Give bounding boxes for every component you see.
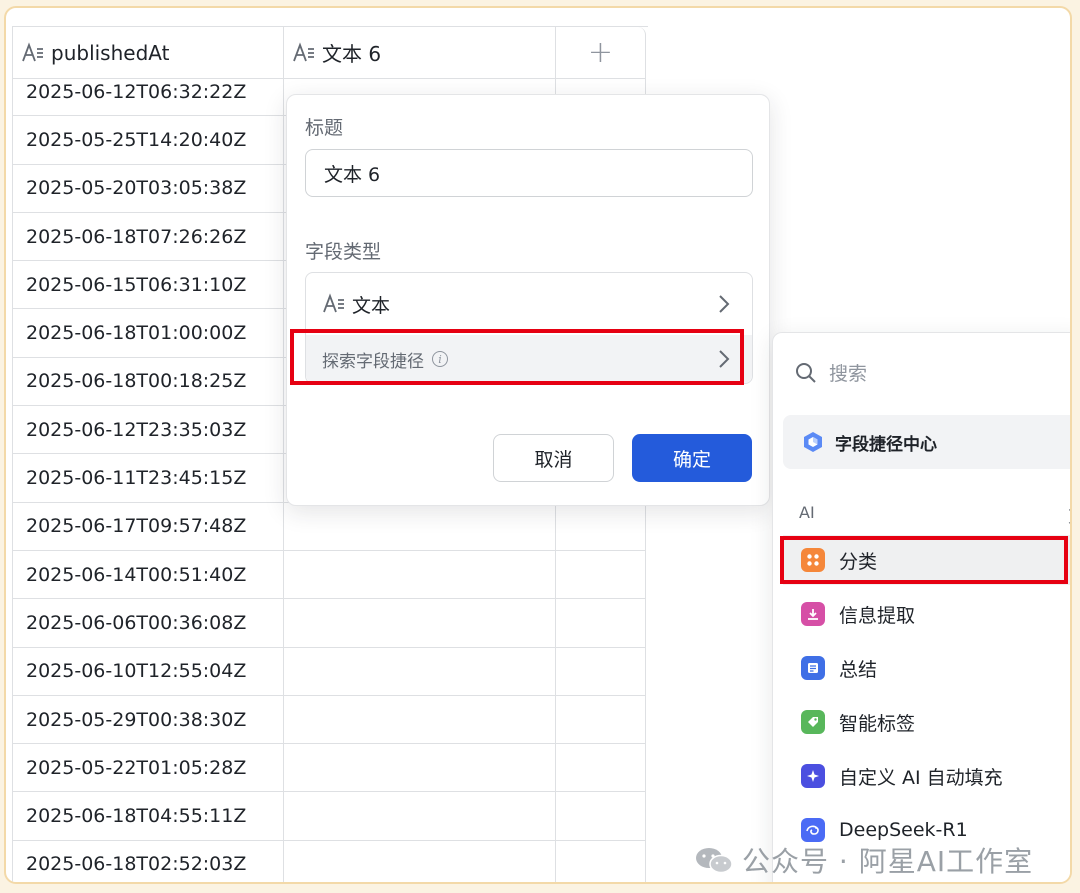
cell-empty bbox=[556, 744, 646, 793]
cell-text6[interactable] bbox=[284, 792, 556, 841]
column-header-label: publishedAt bbox=[51, 40, 170, 65]
summary-icon bbox=[801, 656, 825, 680]
field-type-selector: 文本 探索字段捷径 i bbox=[305, 272, 753, 384]
cell-published-at[interactable]: 2025-06-10T12:55:04Z bbox=[12, 647, 284, 696]
shortcut-center-link[interactable]: 字段捷径中心 bbox=[783, 415, 1070, 469]
cell-empty bbox=[556, 695, 646, 745]
cell-published-at[interactable]: 2025-06-15T06:31:10Z bbox=[12, 261, 284, 310]
cell-text6[interactable] bbox=[284, 647, 556, 696]
shortcut-item-label: 总结 bbox=[839, 658, 878, 681]
cell-published-at[interactable]: 2025-06-11T23:45:15Z bbox=[12, 454, 284, 503]
cell-published-at[interactable]: 2025-06-12T23:35:03Z bbox=[12, 406, 284, 455]
cell-empty bbox=[556, 840, 646, 882]
classify-icon bbox=[801, 548, 825, 572]
shortcut-item-label: DeepSeek-R1 bbox=[839, 819, 968, 841]
cell-published-at[interactable]: 2025-06-18T02:52:03Z bbox=[12, 840, 284, 882]
shortcut-center-label: 字段捷径中心 bbox=[835, 434, 937, 455]
explore-shortcut-label: 探索字段捷径 bbox=[322, 351, 424, 372]
column-header-label: 文本 6 bbox=[322, 42, 382, 66]
text-field-icon bbox=[22, 41, 43, 61]
cell-published-at[interactable]: 2025-06-17T09:57:48Z bbox=[12, 502, 284, 551]
cell-text6[interactable] bbox=[284, 502, 556, 551]
explore-field-shortcut[interactable]: 探索字段捷径 i bbox=[306, 335, 752, 383]
title-input[interactable]: 文本 6 bbox=[305, 149, 753, 197]
cell-text6[interactable] bbox=[284, 550, 556, 600]
cell-empty bbox=[556, 599, 646, 648]
watermark: 公众号 · 阿星AI工作室 bbox=[694, 840, 1033, 880]
table-row: 2025-06-18T02:52:03Z bbox=[12, 840, 648, 882]
deepseek-icon bbox=[801, 818, 825, 842]
shortcut-item-label: 自定义 AI 自动填充 bbox=[839, 766, 1003, 789]
field-edit-popover: 标题 文本 6 字段类型 文本 探索字段捷径 i 取消 确定 bbox=[286, 94, 770, 506]
text-field-icon bbox=[293, 41, 314, 61]
plus-icon: + bbox=[587, 35, 614, 70]
cell-empty bbox=[556, 550, 646, 600]
cancel-button[interactable]: 取消 bbox=[493, 434, 614, 482]
confirm-button[interactable]: 确定 bbox=[632, 434, 752, 482]
field-type-option-text[interactable]: 文本 bbox=[306, 273, 752, 335]
table-row: 2025-06-17T09:57:48Z bbox=[12, 502, 648, 551]
shortcut-item-summary[interactable]: 总结 bbox=[783, 643, 1070, 693]
title-label: 标题 bbox=[305, 117, 344, 139]
cell-published-at[interactable]: 2025-06-18T04:55:11Z bbox=[12, 792, 284, 841]
cell-published-at[interactable]: 2025-05-20T03:05:38Z bbox=[12, 164, 284, 213]
shortcut-item-classify[interactable]: 分类 bbox=[783, 535, 1070, 585]
search-input[interactable]: 搜索 bbox=[795, 359, 867, 386]
chevron-right-icon bbox=[719, 295, 730, 313]
cell-published-at[interactable]: 2025-06-18T00:18:25Z bbox=[12, 357, 284, 407]
tag-icon bbox=[801, 710, 825, 734]
field-type-value: 文本 bbox=[352, 294, 391, 317]
cell-published-at[interactable]: 2025-05-29T00:38:30Z bbox=[12, 695, 284, 745]
table-row: 2025-05-22T01:05:28Z bbox=[12, 744, 648, 793]
section-label-ai: AI bbox=[799, 503, 815, 522]
field-type-label: 字段类型 bbox=[305, 241, 382, 263]
shortcut-item-extract[interactable]: 信息提取 bbox=[783, 589, 1070, 639]
cell-text6[interactable] bbox=[284, 599, 556, 648]
shortcut-item-smart-tag[interactable]: 智能标签 bbox=[783, 697, 1070, 747]
shortcut-center-icon bbox=[804, 432, 822, 452]
cell-empty bbox=[556, 792, 646, 841]
field-shortcut-panel: 搜索 字段捷径中心 AI 更 分类 信息提取 bbox=[772, 332, 1070, 882]
cell-published-at[interactable]: 2025-06-14T00:51:40Z bbox=[12, 550, 284, 600]
cell-published-at[interactable]: 2025-05-22T01:05:28Z bbox=[12, 744, 284, 793]
info-icon: i bbox=[432, 351, 448, 367]
more-link[interactable]: 更 bbox=[1068, 503, 1070, 527]
cell-empty bbox=[556, 647, 646, 696]
shortcut-item-label: 分类 bbox=[839, 550, 878, 573]
cell-text6[interactable] bbox=[284, 744, 556, 793]
sparkle-icon bbox=[801, 764, 825, 788]
wechat-icon bbox=[696, 848, 733, 874]
watermark-text: 公众号 · 阿星AI工作室 bbox=[742, 845, 1034, 878]
cell-published-at[interactable]: 2025-06-06T00:36:08Z bbox=[12, 599, 284, 648]
search-icon bbox=[796, 362, 816, 383]
text-field-icon bbox=[323, 293, 344, 313]
chevron-right-icon bbox=[719, 350, 730, 368]
app-frame: publishedAt 文本 6 + 2025-06-12T06:32:22Z 2… bbox=[4, 6, 1072, 884]
cell-published-at[interactable]: 2025-06-18T07:26:26Z bbox=[12, 212, 284, 262]
table-row: 2025-06-06T00:36:08Z bbox=[12, 599, 648, 648]
cell-published-at[interactable]: 2025-05-25T14:20:40Z bbox=[12, 116, 284, 165]
cell-text6[interactable] bbox=[284, 840, 556, 882]
table-row: 2025-05-29T00:38:30Z bbox=[12, 695, 648, 745]
table-row: 2025-06-14T00:51:40Z bbox=[12, 550, 648, 600]
cell-published-at[interactable]: 2025-06-18T01:00:00Z bbox=[12, 309, 284, 358]
shortcut-item-label: 信息提取 bbox=[839, 604, 916, 627]
extract-icon bbox=[801, 602, 825, 626]
cell-published-at[interactable]: 2025-06-12T06:32:22Z bbox=[12, 68, 284, 117]
cell-text6[interactable] bbox=[284, 695, 556, 745]
search-placeholder: 搜索 bbox=[829, 363, 868, 385]
table-row: 2025-06-18T04:55:11Z bbox=[12, 792, 648, 841]
cell-empty bbox=[556, 502, 646, 551]
table-row: 2025-06-10T12:55:04Z bbox=[12, 647, 648, 696]
shortcut-item-custom-ai-fill[interactable]: 自定义 AI 自动填充 bbox=[783, 751, 1070, 801]
shortcut-item-label: 智能标签 bbox=[839, 712, 916, 735]
